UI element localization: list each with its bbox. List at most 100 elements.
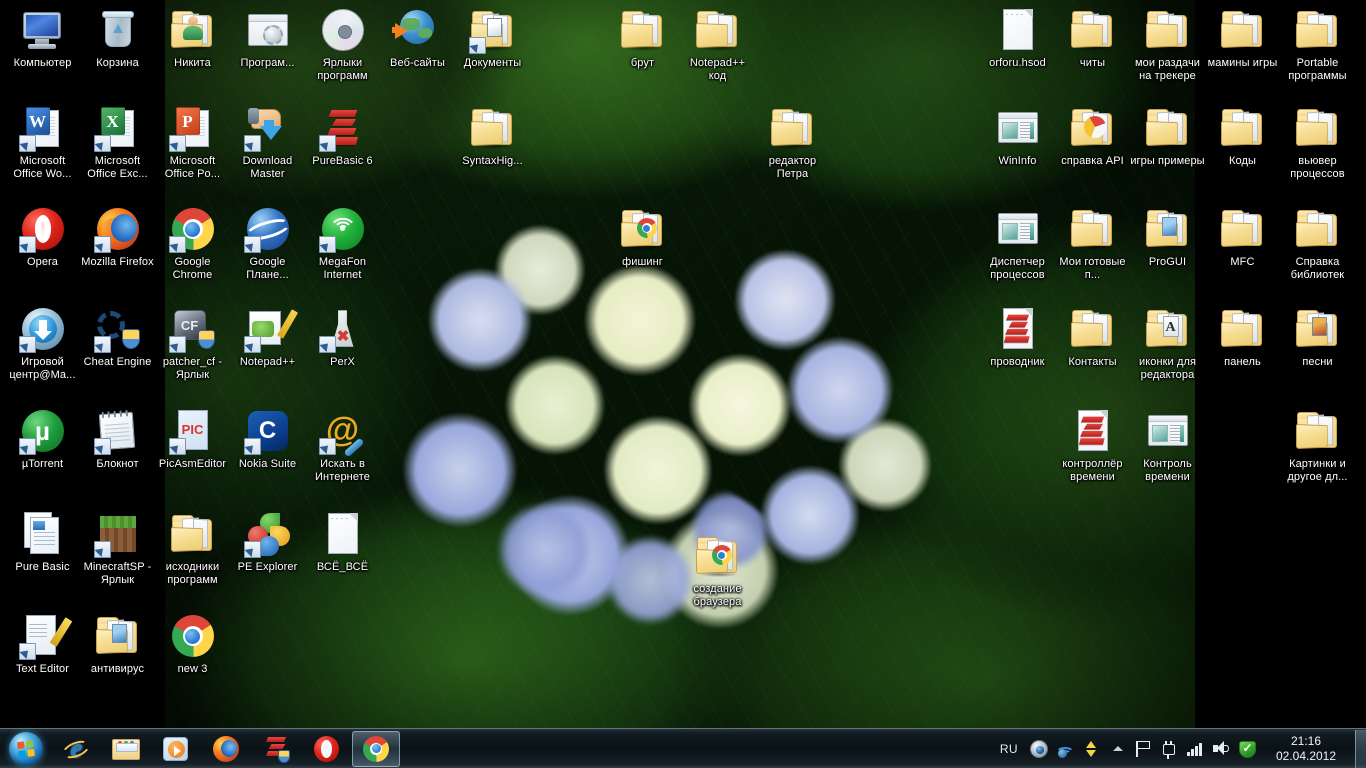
desktop-icon[interactable]: Корзина	[80, 6, 155, 70]
desktop-icon[interactable]: антивирус	[80, 612, 155, 676]
desktop-icon[interactable]: Portable программы	[1280, 6, 1355, 82]
desktop-icon[interactable]: брут	[605, 6, 680, 70]
system-tray[interactable]: RU 21:16	[992, 729, 1366, 768]
desktop-icon[interactable]: ProGUI	[1130, 205, 1205, 269]
desktop-icon-label: фишинг	[605, 256, 680, 269]
desktop-icon[interactable]: исходники программ	[155, 510, 230, 586]
desktop-icon[interactable]: Картинки и другое дл...	[1280, 407, 1355, 483]
desktop-icon[interactable]: PMicrosoft Office Po...	[155, 104, 230, 180]
desktop-icon[interactable]: PE Explorer	[230, 510, 305, 574]
webcam-icon[interactable]	[1029, 739, 1049, 759]
desktop-icon[interactable]: CFpatcher_cf - Ярлык	[155, 305, 230, 381]
desktop-icon-label: Google Chrome	[155, 256, 230, 281]
desktop-icon-label: PicAsmEditor	[155, 458, 230, 471]
desktop-icon[interactable]: Mozilla Firefox	[80, 205, 155, 269]
power-plug-icon[interactable]	[1159, 739, 1179, 759]
desktop-icon[interactable]: Справка библиотек	[1280, 205, 1355, 281]
desktop-icon[interactable]: песни	[1280, 305, 1355, 369]
desktop-icon[interactable]: MinecraftSP - Ярлык	[80, 510, 155, 586]
desktop-icon[interactable]: Google Chrome	[155, 205, 230, 281]
desktop-icon[interactable]: справка API	[1055, 104, 1130, 168]
desktop-icon[interactable]: Документы	[455, 6, 530, 70]
desktop-icon[interactable]: Download Master	[230, 104, 305, 180]
desktop-icon-label: µTorrent	[5, 458, 80, 471]
desktop-icon[interactable]: Игровой центр@Ma...	[5, 305, 80, 381]
wifi-icon[interactable]	[1055, 739, 1075, 759]
desktop-icon-label: мамины игры	[1205, 57, 1280, 70]
desktop-icon[interactable]: фишинг	[605, 205, 680, 269]
desktop-icon[interactable]: Opera	[5, 205, 80, 269]
desktop-icon[interactable]: Блокнот	[80, 407, 155, 471]
desktop-icon[interactable]: Cheat Engine	[80, 305, 155, 369]
taskbar-item-opera[interactable]	[302, 731, 350, 767]
desktop-icon[interactable]: ВСЁ_ВСЁ	[305, 510, 380, 574]
language-indicator[interactable]: RU	[992, 742, 1026, 756]
desktop-icon[interactable]: Контакты	[1055, 305, 1130, 369]
desktop-icon[interactable]: Pure Basic	[5, 510, 80, 574]
desktop-icon[interactable]: читы	[1055, 6, 1130, 70]
network-signal-icon[interactable]	[1185, 739, 1205, 759]
pe-explorer-icon	[244, 510, 292, 558]
desktop-icon[interactable]: PICPicAsmEditor	[155, 407, 230, 471]
desktop-icon[interactable]: Програм...	[230, 6, 305, 70]
taskbar-item-google-chrome[interactable]	[352, 731, 400, 767]
desktop-icon[interactable]: Диспетчер процессов	[980, 205, 1055, 281]
desktop-icon[interactable]: ✖PerX	[305, 305, 380, 369]
desktop-icon[interactable]: вьювер процессов	[1280, 104, 1355, 180]
desktop-icon[interactable]: Коды	[1205, 104, 1280, 168]
desktop-icon[interactable]: Веб-сайты	[380, 6, 455, 70]
show-hidden-icons-chevron-icon[interactable]	[1107, 739, 1127, 759]
show-desktop-button[interactable]	[1355, 730, 1366, 768]
updown-arrows-icon[interactable]	[1081, 739, 1101, 759]
desktop-icon[interactable]: проводник	[980, 305, 1055, 369]
music-folder-icon	[1294, 305, 1342, 353]
desktop-icon[interactable]: контроллёр времени	[1055, 407, 1130, 483]
taskbar-item-purebasic[interactable]	[252, 731, 300, 767]
desktop-icon[interactable]: CNokia Suite	[230, 407, 305, 471]
desktop-icon-label: Диспетчер процессов	[980, 256, 1055, 281]
start-button[interactable]	[1, 730, 51, 768]
green-shield-icon[interactable]	[1237, 739, 1257, 759]
desktop-icon[interactable]: MFC	[1205, 205, 1280, 269]
desktop-icon[interactable]: @Искать в Интернете	[305, 407, 380, 483]
volume-speaker-icon[interactable]	[1211, 739, 1231, 759]
desktop-icon[interactable]: создание браузера	[680, 532, 755, 608]
desktop-icon[interactable]: мамины игры	[1205, 6, 1280, 70]
desktop-icon[interactable]: µµTorrent	[5, 407, 80, 471]
desktop-icon[interactable]: orforu.hsod	[980, 6, 1055, 70]
desktop-icon[interactable]: Мои готовые п...	[1055, 205, 1130, 281]
desktop-icon[interactable]: Никита	[155, 6, 230, 70]
desktop-icon-label: Opera	[5, 256, 80, 269]
desktop-icon[interactable]: SyntaxHig...	[455, 104, 530, 168]
desktop-icon[interactable]: WMicrosoft Office Wo...	[5, 104, 80, 180]
desktop-icon[interactable]: Notepad++	[230, 305, 305, 369]
desktop-icon[interactable]: MegaFon Internet	[305, 205, 380, 281]
desktop-icon[interactable]: Ярлыки программ	[305, 6, 380, 82]
desktop-icon[interactable]: WinInfo	[980, 104, 1055, 168]
clock[interactable]: 21:16 02.04.2012	[1260, 734, 1352, 764]
desktop-icon[interactable]: Aиконки для редактора	[1130, 305, 1205, 381]
desktop-icon[interactable]: игры примеры	[1130, 104, 1205, 168]
desktop-icon-label: Microsoft Office Po...	[155, 155, 230, 180]
desktop-icon[interactable]: Компьютер	[5, 6, 80, 70]
desktop-icon[interactable]: Google Плане...	[230, 205, 305, 281]
desktop-icon[interactable]: редактор Петра	[755, 104, 830, 180]
action-center-flag-icon[interactable]	[1133, 739, 1153, 759]
desktop-icon[interactable]: XMicrosoft Office Exc...	[80, 104, 155, 180]
desktop-surface[interactable]: КомпьютерКорзинаНикитаПрограм...Ярлыки п…	[0, 0, 1366, 768]
desktop-icon[interactable]: new 3	[155, 612, 230, 676]
desktop-icon[interactable]: мои раздачи на трекере	[1130, 6, 1205, 82]
desktop-icon[interactable]: PureBasic 6	[305, 104, 380, 168]
taskbar-item-internet-explorer[interactable]: e	[52, 731, 100, 767]
chrome-icon	[169, 612, 217, 660]
flask-icon: ✖	[319, 305, 367, 353]
taskbar-item-windows-explorer[interactable]	[102, 731, 150, 767]
desktop-icon[interactable]: Text Editor	[5, 612, 80, 676]
taskbar-item-mozilla-firefox[interactable]	[202, 731, 250, 767]
taskbar[interactable]: e RU	[0, 728, 1366, 768]
desktop-icon[interactable]: Контроль времени	[1130, 407, 1205, 483]
desktop-icon[interactable]: Notepad++ код	[680, 6, 755, 82]
taskbar-item-windows-media-player[interactable]	[152, 731, 200, 767]
desktop-icon-label: Никита	[155, 57, 230, 70]
desktop-icon[interactable]: панель	[1205, 305, 1280, 369]
